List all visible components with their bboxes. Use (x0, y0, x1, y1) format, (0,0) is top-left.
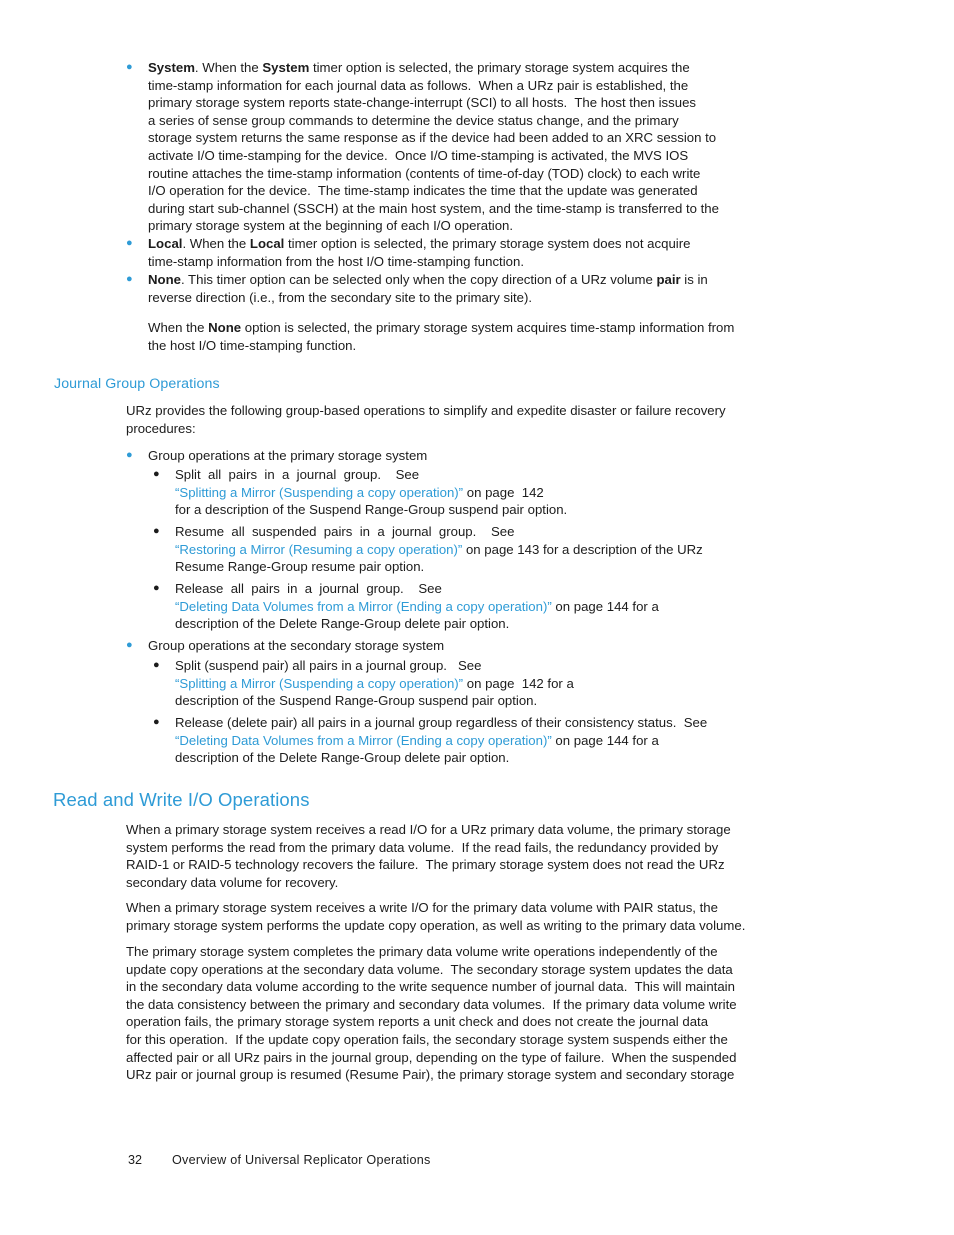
paragraph-read-io: When a primary storage system receives a… (126, 822, 731, 890)
footer-page-number: 32 (128, 1153, 143, 1167)
bullet-marker-black: ● (153, 716, 160, 728)
bullet-text-local: Local. When the Local timer option is se… (148, 236, 691, 269)
paragraph-write-consistency: The primary storage system completes the… (126, 944, 737, 1083)
link-deleting-data-volumes[interactable]: “Deleting Data Volumes from a Mirror (En… (175, 733, 552, 748)
bullet-marker-black: ● (153, 525, 160, 537)
link-splitting-a-mirror[interactable]: “Splitting a Mirror (Suspending a copy o… (175, 485, 463, 500)
bullet-text-none: None. This timer option can be selected … (148, 272, 708, 305)
bullet-item-system: ● System. When the System timer option i… (126, 59, 838, 235)
term-system-inline: System (262, 60, 310, 75)
bullet-text-secondary-group: Group operations at the secondary storag… (148, 638, 445, 653)
sub-bullet-split-all-pairs: ● Split all pairs in a journal group. Se… (153, 466, 843, 519)
bullet-item-secondary-group: ● Group operations at the secondary stor… (126, 637, 838, 655)
term-local: Local (148, 236, 183, 251)
sub-bullet-split-suspend-pair: ● Split (suspend pair) all pairs in a jo… (153, 657, 843, 710)
term-none: None (148, 272, 181, 287)
bullet-marker-black: ● (153, 468, 160, 480)
bullet-marker-black: ● (153, 582, 160, 594)
bullet-text-primary-group: Group operations at the primary storage … (148, 448, 428, 463)
sub-bullet-text: Resume all suspended pairs in a journal … (175, 524, 703, 575)
bullet-marker-blue: ● (126, 449, 133, 461)
term-system: System (148, 60, 195, 75)
sub-bullet-resume-all-pairs: ● Resume all suspended pairs in a journa… (153, 523, 843, 576)
footer-chapter-title: Overview of Universal Replicator Operati… (172, 1153, 431, 1167)
paragraph-journal-intro: URz provides the following group-based o… (126, 403, 726, 436)
document-page: ● System. When the System timer option i… (0, 0, 954, 1235)
bullet-marker-blue: ● (126, 639, 133, 651)
sub-bullet-text: Release (delete pair) all pairs in a jou… (175, 715, 708, 766)
bullet-marker-blue: ● (126, 237, 133, 249)
term-none-inline: None (208, 320, 242, 335)
section-heading-journal-group: Journal Group Operations (54, 376, 220, 392)
section-heading-read-write: Read and Write I/O Operations (53, 789, 310, 810)
paragraph-write-io: When a primary storage system receives a… (126, 900, 746, 933)
paragraph-none-followup: When the None option is selected, the pr… (148, 320, 735, 353)
bullet-item-none: ● None. This timer option can be selecte… (126, 271, 838, 306)
sub-bullet-release-delete-pair: ● Release (delete pair) all pairs in a j… (153, 714, 843, 767)
link-splitting-a-mirror[interactable]: “Splitting a Mirror (Suspending a copy o… (175, 676, 463, 691)
term-local-inline: Local (249, 236, 285, 251)
sub-bullet-release-all-pairs: ● Release all pairs in a journal group. … (153, 580, 843, 633)
term-pair: pair (656, 272, 681, 287)
bullet-item-local: ● Local. When the Local timer option is … (126, 235, 838, 270)
bullet-marker-blue: ● (126, 273, 133, 285)
sub-bullet-text: Split all pairs in a journal group. See “… (175, 467, 568, 518)
link-restoring-a-mirror[interactable]: “Restoring a Mirror (Resuming a copy ope… (175, 542, 462, 557)
bullet-item-primary-group: ● Group operations at the primary storag… (126, 447, 838, 465)
sub-bullet-text: Release all pairs in a journal group. Se… (175, 581, 659, 632)
bullet-text-system: System. When the System timer option is … (148, 60, 719, 234)
bullet-marker-black: ● (153, 659, 160, 671)
sub-bullet-text: Split (suspend pair) all pairs in a jour… (175, 658, 574, 709)
bullet-marker-blue: ● (126, 61, 133, 73)
link-deleting-data-volumes[interactable]: “Deleting Data Volumes from a Mirror (En… (175, 599, 552, 614)
